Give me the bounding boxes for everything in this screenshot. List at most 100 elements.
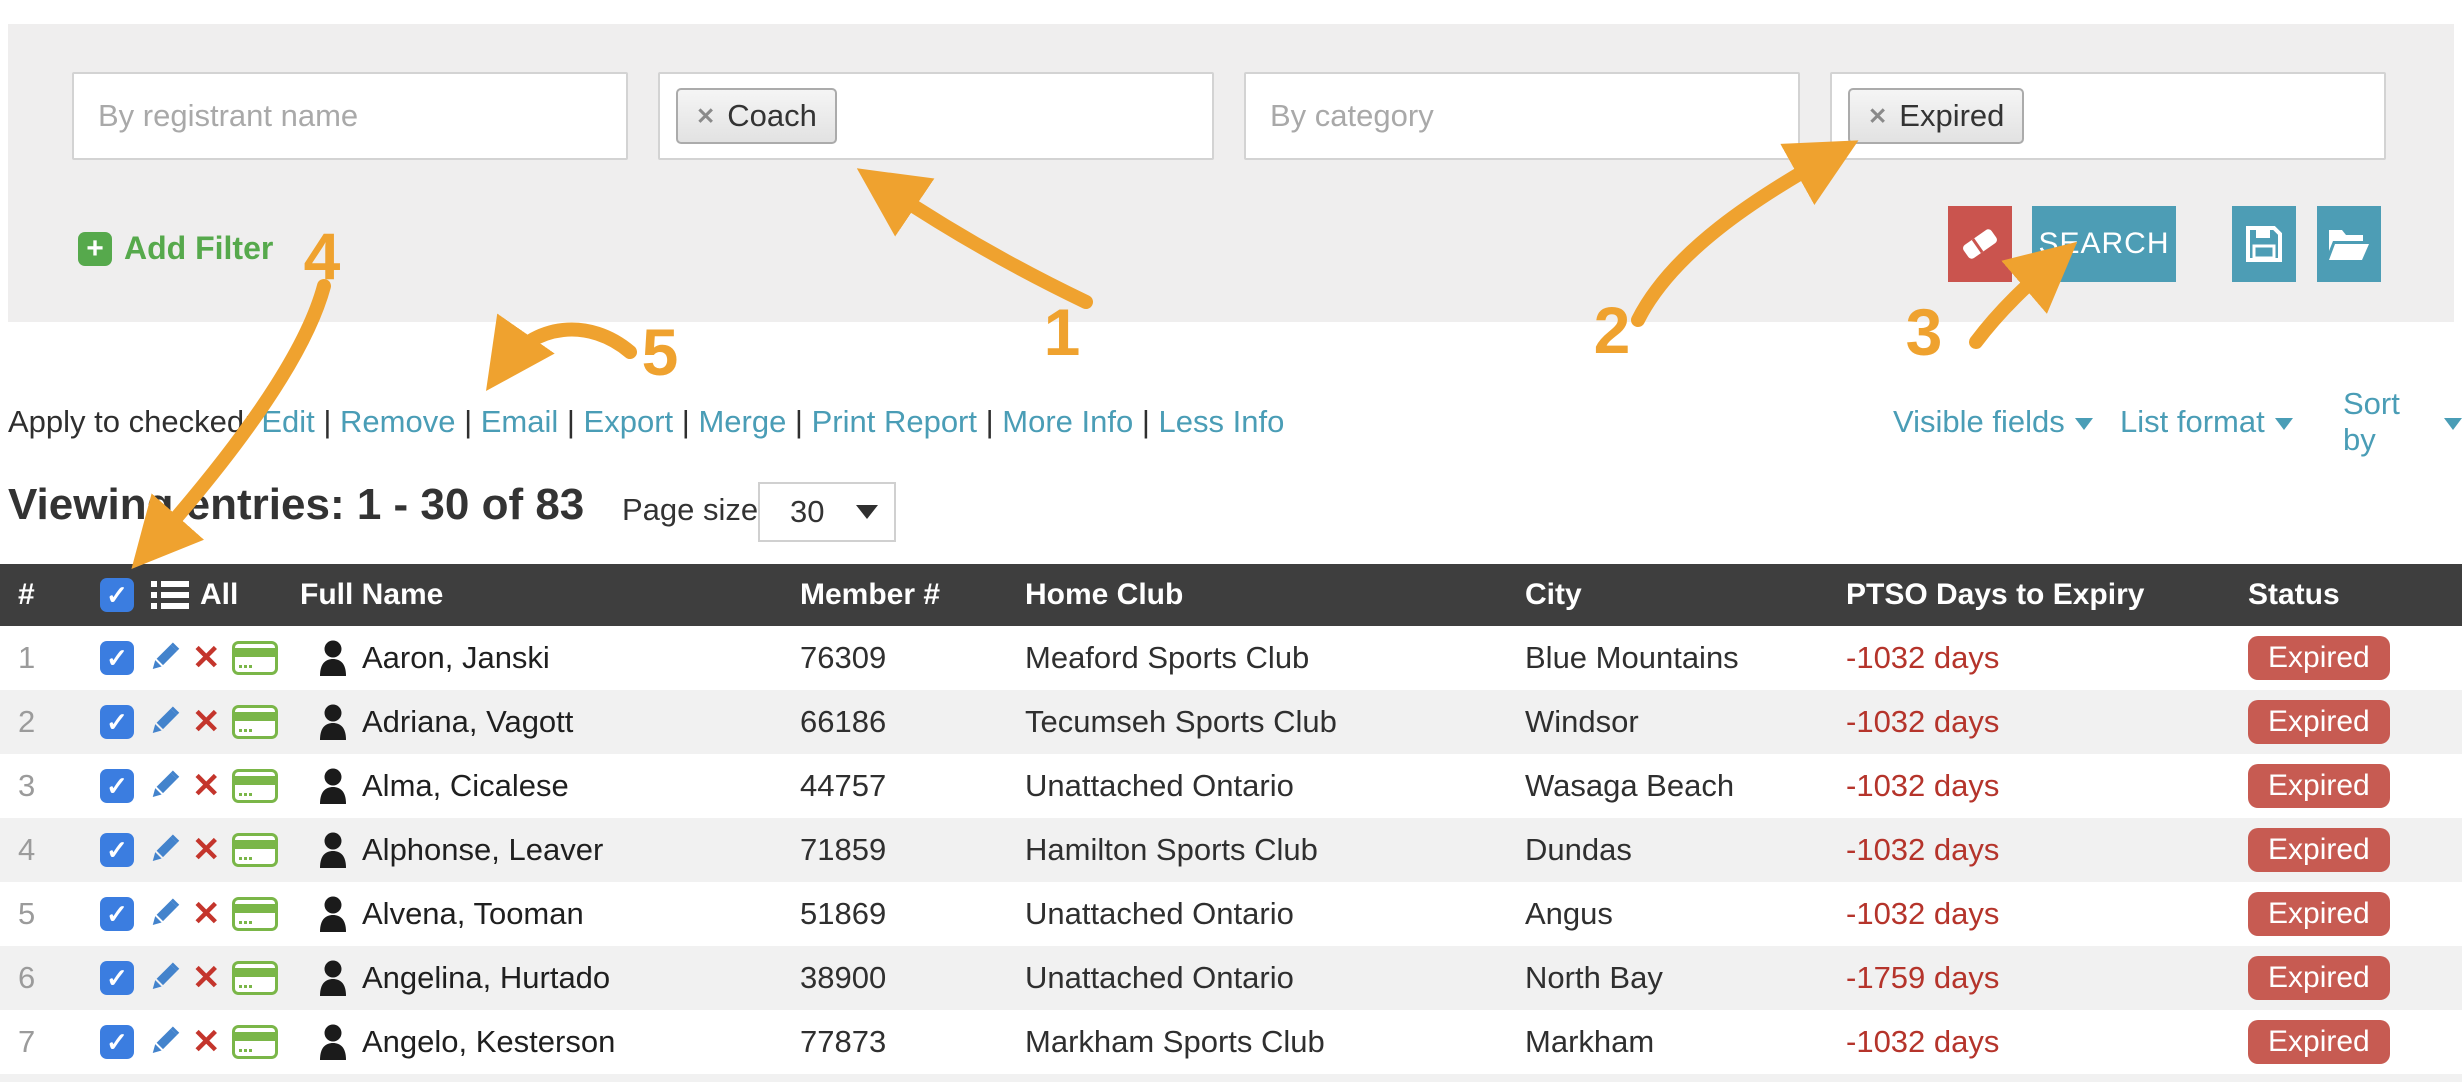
full-name-text: Aaron, Janski: [362, 640, 550, 676]
action-link-export[interactable]: Export: [584, 404, 674, 439]
full-name-text: Angelo, Kesterson: [362, 1024, 615, 1060]
status-badge: Expired: [2248, 828, 2390, 872]
remove-chip-icon[interactable]: ✕: [696, 103, 715, 130]
header-city: City: [1525, 564, 1582, 626]
coach-filter-chip[interactable]: ✕ Coach: [676, 88, 837, 144]
membership-card-icon[interactable]: [232, 897, 278, 931]
status-badge: Expired: [2248, 700, 2390, 744]
delete-x-icon[interactable]: ✕: [192, 705, 221, 739]
edit-pencil-icon[interactable]: [145, 640, 181, 676]
full-name-cell[interactable]: Alvena, Tooman: [318, 882, 584, 946]
edit-pencil-icon[interactable]: [145, 832, 181, 868]
add-filter-link[interactable]: + Add Filter: [78, 230, 273, 267]
separator: |: [455, 404, 480, 439]
row-controls: ✓ ✕: [100, 626, 278, 690]
row-number: 3: [18, 754, 35, 818]
member-num-cell: 51869: [800, 882, 886, 946]
delete-x-icon[interactable]: ✕: [192, 641, 221, 675]
arrow-5: [502, 330, 630, 368]
status-cell: Expired: [2248, 754, 2390, 818]
member-num-cell: 71859: [800, 818, 886, 882]
full-name-cell[interactable]: Aaron, Janski: [318, 626, 550, 690]
edit-pencil-icon[interactable]: [145, 704, 181, 740]
city-cell: Wasaga Beach: [1525, 754, 1734, 818]
membership-card-icon[interactable]: [232, 705, 278, 739]
row-checkbox-checked[interactable]: ✓: [100, 833, 134, 867]
membership-card-icon[interactable]: [232, 961, 278, 995]
action-link-print-report[interactable]: Print Report: [812, 404, 977, 439]
eraser-icon: [1958, 224, 2002, 264]
full-name-cell[interactable]: Angelina, Hurtado: [318, 946, 610, 1010]
page-size-select[interactable]: 30: [758, 482, 896, 542]
table-row: 1 ✓ ✕ Aaron: [0, 626, 2462, 690]
delete-x-icon[interactable]: ✕: [192, 769, 221, 803]
sort-by-dropdown[interactable]: Sort by: [2343, 398, 2462, 446]
edit-pencil-icon[interactable]: [145, 1024, 181, 1060]
table-row: 5 ✓ ✕ Alven: [0, 882, 2462, 946]
edit-pencil-icon[interactable]: [145, 896, 181, 932]
person-icon: [318, 640, 348, 676]
status-filter-input[interactable]: ✕ Expired: [1830, 72, 2386, 160]
table-header: # ✓ All Full Name Member # Home Club Cit…: [0, 564, 2462, 626]
visible-fields-dropdown[interactable]: Visible fields: [1893, 398, 2093, 446]
registrant-name-input[interactable]: [72, 72, 628, 160]
list-view-icon[interactable]: [150, 564, 190, 626]
save-search-button[interactable]: [2232, 206, 2296, 282]
chevron-down-icon: [2275, 418, 2293, 430]
search-button[interactable]: SEARCH: [2032, 206, 2176, 282]
membership-card-icon[interactable]: [232, 641, 278, 675]
status-badge: Expired: [2248, 764, 2390, 808]
clear-filters-button[interactable]: [1948, 206, 2012, 282]
membership-card-icon[interactable]: [232, 1025, 278, 1059]
full-name-text: Alphonse, Leaver: [362, 832, 603, 868]
row-checkbox-checked[interactable]: ✓: [100, 641, 134, 675]
row-checkbox-checked[interactable]: ✓: [100, 961, 134, 995]
list-format-dropdown[interactable]: List format: [2120, 398, 2293, 446]
membership-card-icon[interactable]: [232, 833, 278, 867]
delete-x-icon[interactable]: ✕: [192, 833, 221, 867]
person-icon: [318, 896, 348, 932]
city-cell: Markham: [1525, 1010, 1654, 1074]
folder-open-icon: [2326, 225, 2372, 263]
header-home-club: Home Club: [1025, 564, 1183, 626]
row-checkbox-checked[interactable]: ✓: [100, 705, 134, 739]
full-name-cell[interactable]: Adriana, Vagott: [318, 690, 573, 754]
action-link-more-info[interactable]: More Info: [1002, 404, 1133, 439]
row-controls: ✓ ✕: [100, 1010, 278, 1074]
city-cell: Windsor: [1525, 690, 1639, 754]
chip-label: Expired: [1899, 98, 2004, 134]
row-checkbox-checked[interactable]: ✓: [100, 897, 134, 931]
delete-x-icon[interactable]: ✕: [192, 1025, 221, 1059]
category-input[interactable]: [1244, 72, 1800, 160]
full-name-cell[interactable]: Angelo, Kesterson: [318, 1010, 615, 1074]
load-search-button[interactable]: [2317, 206, 2381, 282]
select-all-checkbox[interactable]: ✓: [100, 564, 134, 626]
delete-x-icon[interactable]: ✕: [192, 897, 221, 931]
expired-filter-chip[interactable]: ✕ Expired: [1848, 88, 2024, 144]
action-link-less-info[interactable]: Less Info: [1159, 404, 1285, 439]
membership-card-icon[interactable]: [232, 769, 278, 803]
row-number: 2: [18, 690, 35, 754]
action-link-remove[interactable]: Remove: [340, 404, 455, 439]
person-icon: [318, 832, 348, 868]
action-link-edit[interactable]: Edit: [261, 404, 314, 439]
edit-pencil-icon[interactable]: [145, 960, 181, 996]
row-number: 4: [18, 818, 35, 882]
delete-x-icon[interactable]: ✕: [192, 961, 221, 995]
row-checkbox-checked[interactable]: ✓: [100, 769, 134, 803]
days-to-expiry-cell: -1032 days: [1846, 690, 1999, 754]
edit-pencil-icon[interactable]: [145, 768, 181, 804]
action-link-merge[interactable]: Merge: [698, 404, 786, 439]
checkbox-checked-icon[interactable]: ✓: [100, 578, 134, 612]
person-icon: [318, 704, 348, 740]
role-filter-input[interactable]: ✕ Coach: [658, 72, 1214, 160]
member-num-cell: 77873: [800, 1010, 886, 1074]
status-badge: Expired: [2248, 636, 2390, 680]
status-cell: Expired: [2248, 946, 2390, 1010]
row-checkbox-checked[interactable]: ✓: [100, 1025, 134, 1059]
action-link-email[interactable]: Email: [481, 404, 559, 439]
header-num: #: [18, 564, 35, 626]
remove-chip-icon[interactable]: ✕: [1868, 103, 1887, 130]
full-name-cell[interactable]: Alma, Cicalese: [318, 754, 569, 818]
full-name-cell[interactable]: Alphonse, Leaver: [318, 818, 603, 882]
